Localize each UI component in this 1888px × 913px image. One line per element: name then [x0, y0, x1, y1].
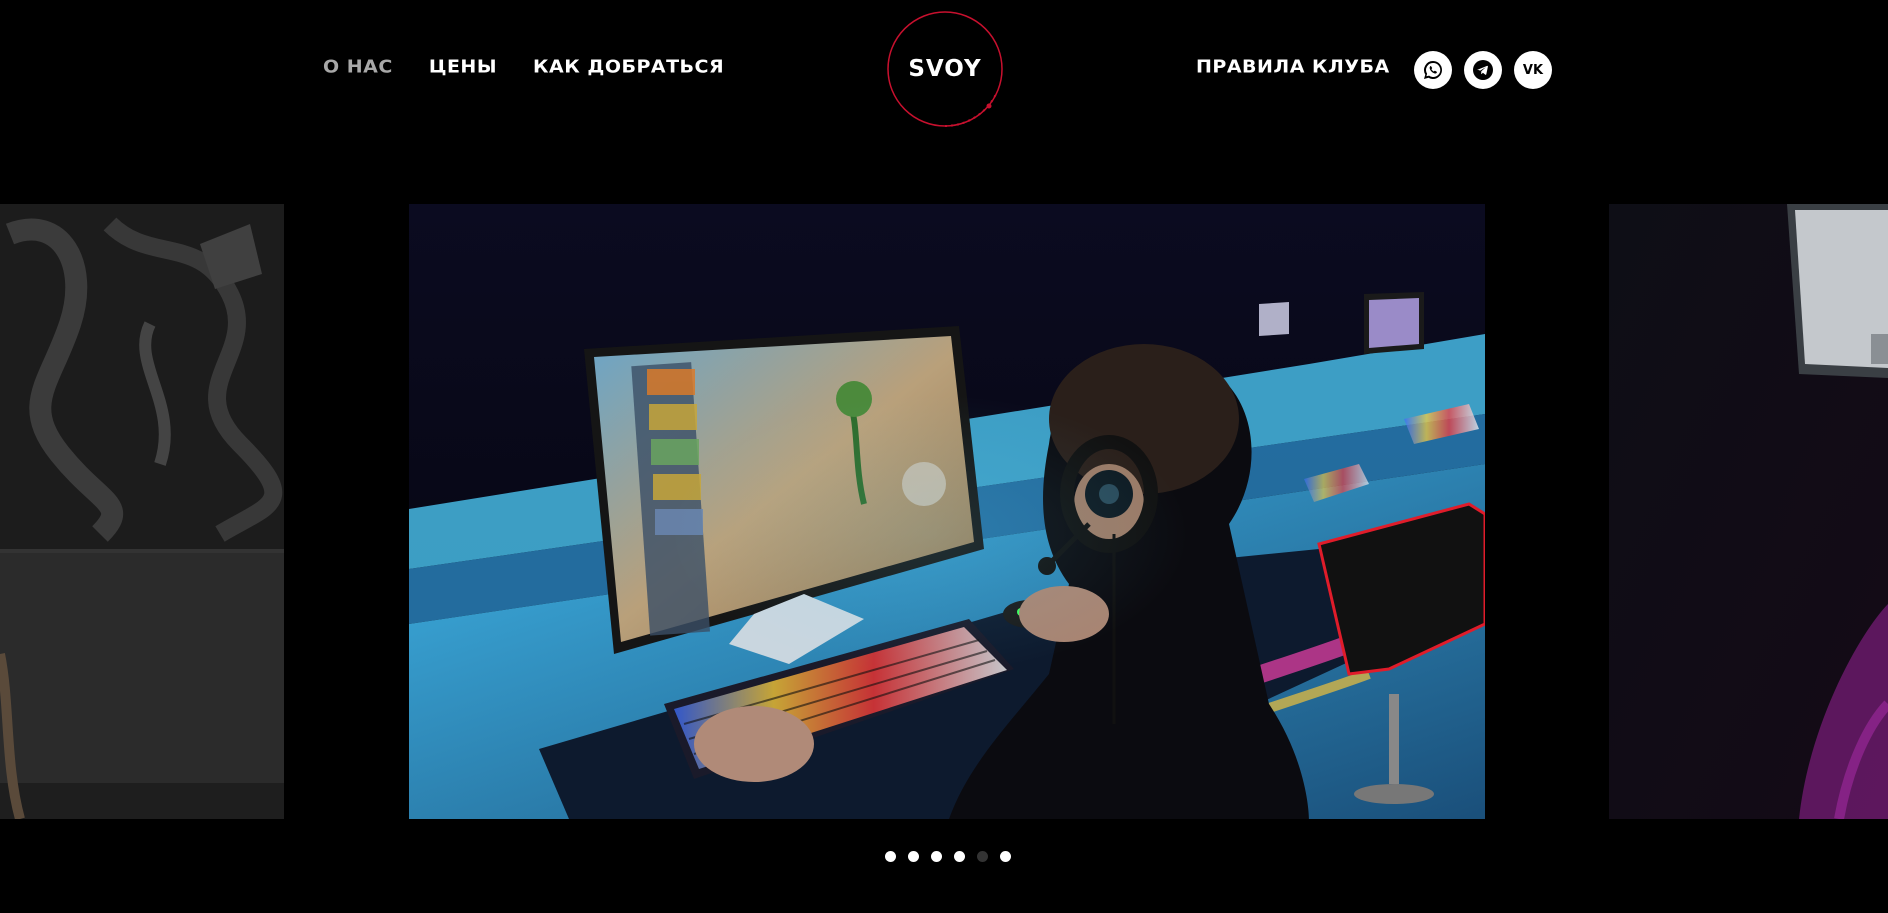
photo-carousel	[0, 204, 1888, 819]
carousel-dot-5[interactable]	[977, 851, 988, 862]
carousel-pagination	[885, 851, 1011, 862]
gamer-at-pc-image	[409, 204, 1485, 819]
carousel-dot-1[interactable]	[885, 851, 896, 862]
whatsapp-link[interactable]	[1414, 51, 1452, 89]
whatsapp-icon	[1424, 61, 1442, 79]
telegram-link[interactable]	[1464, 51, 1502, 89]
club-room-image	[1609, 204, 1888, 819]
nav-link-directions[interactable]: КАК ДОБРАТЬСЯ	[533, 57, 724, 77]
carousel-dot-6[interactable]	[1000, 851, 1011, 862]
nav-link-club-rules[interactable]: ПРАВИЛА КЛУБА	[1196, 57, 1390, 77]
graffiti-wall-image	[0, 204, 284, 819]
nav-link-about[interactable]: О НАС	[323, 57, 393, 77]
header: О НАС ЦЕНЫ КАК ДОБРАТЬСЯ SVOY ПРАВИЛА КЛ…	[0, 0, 1888, 140]
page: О НАС ЦЕНЫ КАК ДОБРАТЬСЯ SVOY ПРАВИЛА КЛ…	[0, 0, 1888, 913]
vk-link[interactable]: VK	[1514, 51, 1552, 89]
carousel-dot-4[interactable]	[954, 851, 965, 862]
nav-link-prices[interactable]: ЦЕНЫ	[429, 57, 497, 77]
telegram-icon	[1473, 60, 1493, 80]
carousel-slide-prev[interactable]	[0, 204, 284, 819]
logo-text: SVOY	[908, 56, 982, 82]
carousel-dot-2[interactable]	[908, 851, 919, 862]
social-links: VK	[1414, 51, 1552, 89]
carousel-slide-current[interactable]	[409, 204, 1485, 819]
carousel-slide-next[interactable]	[1609, 204, 1888, 819]
logo[interactable]: SVOY	[886, 10, 1004, 128]
main-nav: О НАС ЦЕНЫ КАК ДОБРАТЬСЯ	[323, 56, 724, 78]
vk-icon: VK	[1522, 62, 1544, 78]
carousel-dot-3[interactable]	[931, 851, 942, 862]
